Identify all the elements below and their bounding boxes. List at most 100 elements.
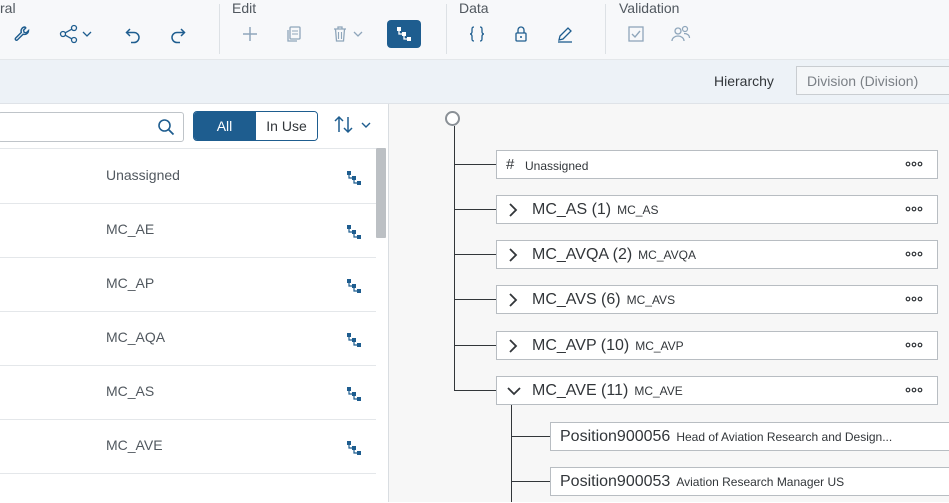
list-item[interactable]: MC_AQA — [0, 311, 376, 366]
filter-in-use-button[interactable]: In Use — [255, 112, 317, 140]
object-list: Unassigned MC_AE MC_AP MC_AQA MC_AS MC_A… — [0, 148, 376, 503]
hierarchy-icon[interactable] — [345, 439, 363, 457]
lock-button[interactable] — [504, 20, 538, 48]
edit-pen-icon — [558, 27, 572, 43]
chevron-right-icon[interactable] — [506, 202, 520, 218]
tree-node-mc-avp[interactable]: MC_AVP (10) MC_AVP — [496, 331, 938, 360]
list-item-name: Unassigned — [106, 167, 180, 183]
tree-node-code: MC_AS — [617, 203, 659, 217]
tree-node-position[interactable]: Position900056 Head of Aviation Research … — [550, 422, 949, 451]
wrench-icon — [14, 26, 30, 41]
add-icon — [243, 27, 257, 41]
hierarchy-bar: Hierarchy Division (Division) — [0, 60, 949, 104]
tree-node-desc: Head of Aviation Research and Design... — [676, 430, 893, 444]
wrench-button[interactable] — [5, 20, 39, 48]
more-options-icon[interactable] — [905, 158, 923, 170]
checkbox-icon — [628, 26, 644, 42]
tree-connector — [454, 164, 496, 165]
hierarchy-select[interactable]: Division (Division) — [796, 66, 949, 95]
tree-node-title: MC_AVP (10) MC_AVP — [532, 337, 684, 354]
edit-pen-button[interactable] — [548, 20, 582, 48]
more-options-icon[interactable] — [905, 248, 923, 260]
tree-node-mc-as[interactable]: MC_AS (1) MC_AS — [496, 195, 938, 224]
more-options-icon[interactable] — [905, 384, 923, 396]
filter-all-button[interactable]: All — [194, 112, 255, 140]
tree-node-title: MC_AVS (6) MC_AVS — [532, 291, 676, 308]
chevron-down-icon[interactable] — [506, 383, 522, 399]
list-item[interactable]: MC_AE — [0, 203, 376, 258]
lock-icon — [515, 26, 527, 42]
braces-icon — [469, 26, 485, 42]
tree-connector — [454, 126, 455, 390]
more-options-icon[interactable] — [905, 293, 923, 305]
tree-node-title: Position900053 Aviation Research Manager … — [560, 473, 845, 490]
tree-node-title: MC_AVQA (2) MC_AVQA — [532, 246, 696, 263]
tree-node-code: MC_AVQA — [638, 248, 696, 262]
redo-icon — [171, 28, 186, 44]
delete-icon — [334, 26, 363, 42]
more-options-icon[interactable] — [905, 339, 923, 351]
left-panel: All In Use Unassigned MC_AE MC_AP MC_AQA… — [0, 104, 389, 502]
list-item-name: MC_AE — [106, 221, 155, 237]
undo-icon — [125, 28, 140, 44]
list-item[interactable]: MC_AP — [0, 257, 376, 312]
tree-node-title: MC_AS (1) MC_AS — [532, 201, 659, 218]
chevron-right-icon[interactable] — [506, 338, 520, 354]
chevron-right-icon[interactable] — [506, 247, 520, 263]
general-group: ral — [0, 0, 218, 59]
copy-button[interactable] — [277, 20, 311, 48]
tree-connector — [454, 254, 496, 255]
data-group-label: Data — [459, 0, 489, 16]
hierarchy-icon[interactable] — [345, 169, 363, 187]
data-group: Data — [447, 0, 605, 59]
validation-group-label: Validation — [619, 0, 680, 16]
hierarchy-icon[interactable] — [345, 331, 363, 349]
list-item-name: MC_AS — [106, 383, 155, 399]
search-input[interactable] — [0, 112, 184, 142]
users-button[interactable] — [664, 20, 698, 48]
hierarchy-view-button[interactable] — [387, 20, 421, 48]
tree-node-title: Unassigned — [525, 159, 589, 173]
tree-connector — [454, 299, 496, 300]
copy-icon — [287, 26, 301, 42]
more-options-icon[interactable] — [905, 203, 923, 215]
search-icon[interactable] — [157, 118, 175, 136]
validate-button[interactable] — [619, 20, 653, 48]
tree-node-desc: Aviation Research Manager US — [676, 475, 845, 489]
chevron-right-icon[interactable] — [506, 292, 520, 308]
share-icon — [59, 24, 92, 44]
tree-root-node[interactable] — [445, 111, 460, 126]
tree-connector — [511, 481, 550, 482]
list-item-name: MC_AQA — [106, 329, 166, 345]
tree-node-unassigned[interactable]: # Unassigned — [496, 150, 938, 179]
hierarchy-icon[interactable] — [345, 385, 363, 403]
tree-node-code: MC_AVE — [634, 384, 683, 398]
delete-button[interactable] — [324, 20, 370, 48]
list-item[interactable]: Unassigned — [0, 149, 376, 204]
undo-button[interactable] — [116, 20, 150, 48]
sort-icon[interactable] — [333, 114, 375, 136]
tree-connector — [454, 390, 496, 391]
braces-button[interactable] — [460, 20, 494, 48]
tree-node-code: MC_AVS — [626, 293, 676, 307]
scrollbar-thumb[interactable] — [376, 148, 386, 238]
hierarchy-icon — [397, 27, 411, 41]
share-button[interactable] — [52, 20, 100, 48]
edit-group: Edit — [220, 0, 445, 59]
filter-segmented-button: All In Use — [193, 111, 318, 141]
toolbar: ral Edit Data Validation — [0, 0, 949, 60]
tree-node-position[interactable]: Position900053 Aviation Research Manager … — [550, 467, 949, 496]
edit-group-label: Edit — [232, 0, 257, 16]
tree-node-title: Position900056 Head of Aviation Research … — [560, 428, 893, 445]
hierarchy-icon[interactable] — [345, 223, 363, 241]
tree-connector — [511, 405, 512, 502]
tree-node-mc-avqa[interactable]: MC_AVQA (2) MC_AVQA — [496, 240, 938, 269]
redo-button[interactable] — [161, 20, 195, 48]
list-item[interactable]: MC_AVE — [0, 419, 376, 474]
add-button[interactable] — [233, 20, 267, 48]
tree-node-mc-avs[interactable]: MC_AVS (6) MC_AVS — [496, 285, 938, 314]
tree-node-mc-ave[interactable]: MC_AVE (11) MC_AVE — [496, 376, 938, 405]
hierarchy-icon[interactable] — [345, 277, 363, 295]
users-icon — [671, 25, 691, 42]
list-item[interactable]: MC_AS — [0, 365, 376, 420]
